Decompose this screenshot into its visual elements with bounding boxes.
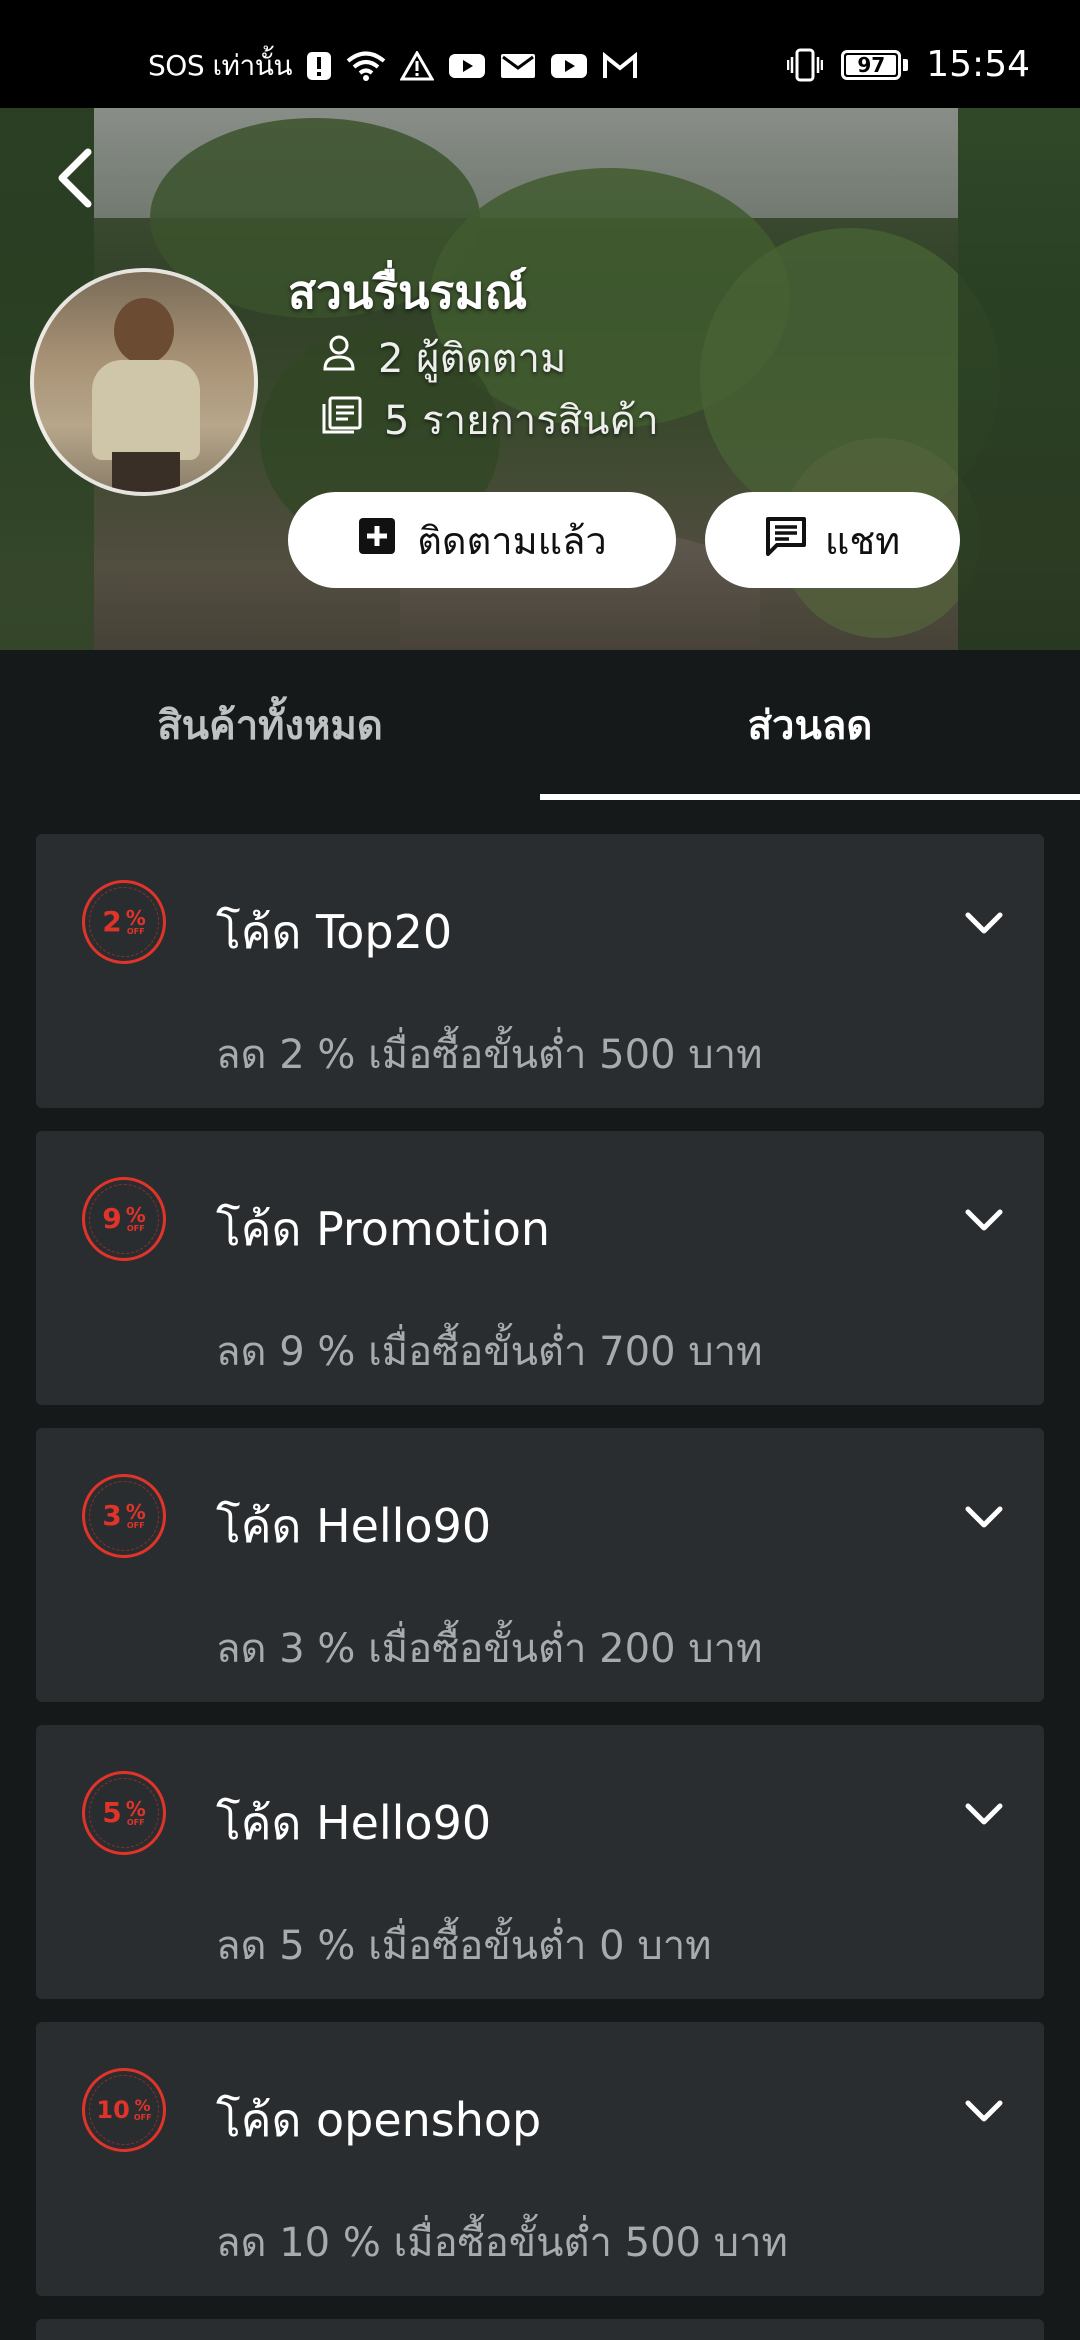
warning-icon — [400, 51, 435, 81]
tab-discounts[interactable]: ส่วนลด — [540, 650, 1080, 800]
coupon-description: ลด 10 % เมื่อซื้อขั้นต่ำ 500 บาท — [216, 2220, 788, 2266]
tab-bar: สินค้าทั้งหมด ส่วนลด — [0, 650, 1080, 800]
chevron-down-icon[interactable] — [960, 900, 1008, 948]
tab-indicator — [540, 794, 1080, 800]
chevron-down-icon[interactable] — [960, 1197, 1008, 1245]
shop-avatar[interactable] — [30, 268, 258, 496]
coupon-card-partial — [36, 2319, 1044, 2340]
tab-all-products[interactable]: สินค้าทั้งหมด — [0, 650, 540, 800]
coupon-card[interactable]: 5 % OFF โค้ด Hello90 ลด 5 % เมื่อซื้อขั้น… — [36, 1725, 1044, 1999]
shop-page: SOS เท่านั้น 97 15:54 สวนรื่นรมณ์ 2 ผู้ต… — [0, 0, 1080, 2340]
status-left: SOS เท่านั้น — [148, 44, 638, 88]
coupon-card[interactable]: 2 % OFF โค้ด Top20 ลด 2 % เมื่อซื้อขั้นต่… — [36, 834, 1044, 1108]
discount-badge-icon: 3 % OFF — [82, 1474, 166, 1558]
coupon-code: โค้ด Promotion — [216, 1202, 551, 1256]
shop-header: สวนรื่นรมณ์ 2 ผู้ติดตาม 5 รายการสินค้า ต… — [0, 108, 1080, 650]
follow-button[interactable]: ติดตามแล้ว — [288, 492, 676, 588]
clock: 15:54 — [926, 44, 1030, 85]
mail-icon — [500, 52, 536, 80]
discount-badge-icon: 5 % OFF — [82, 1771, 166, 1855]
chat-button-label: แชท — [824, 518, 901, 563]
chevron-down-icon[interactable] — [960, 1494, 1008, 1542]
battery-icon: 97 — [841, 49, 902, 80]
discount-badge-icon: 10 % OFF — [82, 2068, 166, 2152]
list-icon — [322, 396, 362, 444]
battery-indicator: 97 — [841, 49, 909, 80]
coupon-description: ลด 9 % เมื่อซื้อขั้นต่ำ 700 บาท — [216, 1329, 763, 1375]
chevron-down-icon[interactable] — [960, 2088, 1008, 2136]
alert-icon — [306, 51, 332, 81]
chat-icon — [765, 516, 807, 565]
youtube-icon — [550, 52, 588, 80]
plus-box-icon — [357, 516, 397, 565]
coupon-code: โค้ด Top20 — [216, 905, 453, 959]
products-row: 5 รายการสินค้า — [322, 388, 659, 452]
discount-badge-icon: 2 % OFF — [82, 880, 166, 964]
coupon-description: ลด 3 % เมื่อซื้อขั้นต่ำ 200 บาท — [216, 1626, 763, 1672]
coupon-code: โค้ด openshop — [216, 2093, 542, 2147]
followers-row: 2 ผู้ติดตาม — [322, 326, 566, 390]
battery-level: 97 — [857, 52, 886, 77]
coupon-list: 2 % OFF โค้ด Top20 ลด 2 % เมื่อซื้อขั้นต่… — [36, 834, 1044, 2340]
back-arrow-icon — [54, 146, 94, 214]
coupon-code: โค้ด Hello90 — [216, 1499, 492, 1553]
discount-badge-icon: 9 % OFF — [82, 1177, 166, 1261]
wifi-icon — [346, 50, 386, 82]
youtube-icon — [448, 52, 486, 80]
back-button[interactable] — [50, 148, 98, 212]
vibrate-icon — [787, 48, 824, 82]
coupon-description: ลด 2 % เมื่อซื้อขั้นต่ำ 500 บาท — [216, 1032, 763, 1078]
coupon-code: โค้ด Hello90 — [216, 1796, 492, 1850]
status-bar: SOS เท่านั้น 97 15:54 — [0, 0, 1080, 108]
chat-button[interactable]: แชท — [705, 492, 960, 588]
coupon-card[interactable]: 9 % OFF โค้ด Promotion ลด 9 % เมื่อซื้อขั… — [36, 1131, 1044, 1405]
coupon-description: ลด 5 % เมื่อซื้อขั้นต่ำ 0 บาท — [216, 1923, 712, 1969]
chevron-down-icon[interactable] — [960, 1791, 1008, 1839]
follow-button-label: ติดตามแล้ว — [417, 518, 607, 563]
coupon-card[interactable]: 10 % OFF โค้ด openshop ลด 10 % เมื่อซื้อข… — [36, 2022, 1044, 2296]
person-icon — [322, 335, 356, 381]
products-count: 5 รายการสินค้า — [384, 398, 659, 444]
carrier-text: SOS เท่านั้น — [148, 49, 293, 82]
followers-count: 2 ผู้ติดตาม — [378, 336, 567, 382]
status-right: 97 15:54 — [787, 44, 1030, 85]
shop-name: สวนรื่นรมณ์ — [288, 265, 528, 319]
coupon-card[interactable]: 3 % OFF โค้ด Hello90 ลด 3 % เมื่อซื้อขั้น… — [36, 1428, 1044, 1702]
gmail-icon — [602, 52, 638, 80]
